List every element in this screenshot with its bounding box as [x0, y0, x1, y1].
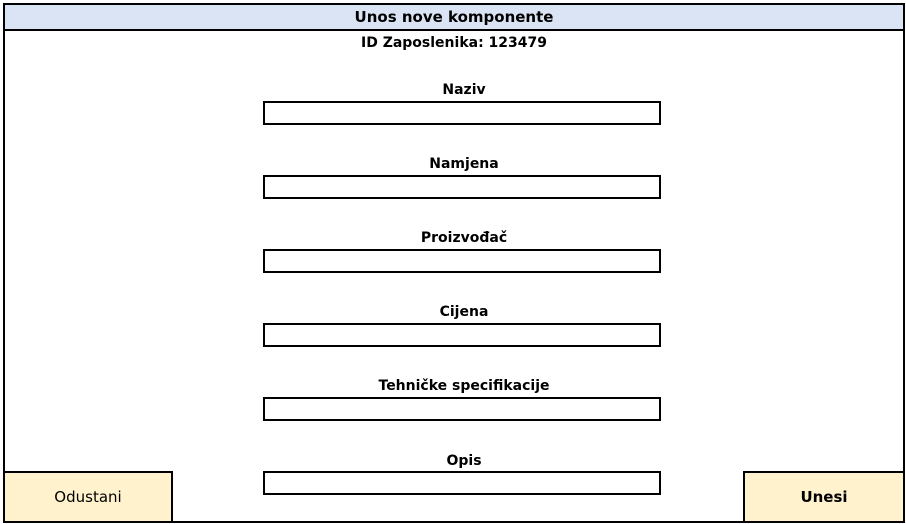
opis-input[interactable] [263, 471, 661, 495]
namjena-label: Namjena [429, 156, 499, 172]
tehnicke-specifikacije-input[interactable] [263, 397, 661, 421]
opis-label: Opis [446, 453, 482, 469]
proizvodac-label: Proizvođač [420, 230, 508, 246]
tehnicke-specifikacije-label: Tehničke specifikacije [378, 378, 550, 394]
naziv-label: Naziv [442, 82, 486, 98]
cijena-label: Cijena [439, 304, 489, 320]
form-window: Unos nove komponente ID Zaposlenika: 123… [3, 3, 905, 523]
cijena-input[interactable] [263, 323, 661, 347]
employee-id-text: ID Zaposlenika: 123479 [360, 35, 547, 51]
cancel-button[interactable]: Odustani [5, 471, 173, 521]
window-title: Unos nove komponente [5, 5, 903, 31]
submit-button[interactable]: Unesi [743, 471, 903, 521]
naziv-input[interactable] [263, 101, 661, 125]
proizvodac-input[interactable] [263, 249, 661, 273]
namjena-input[interactable] [263, 175, 661, 199]
